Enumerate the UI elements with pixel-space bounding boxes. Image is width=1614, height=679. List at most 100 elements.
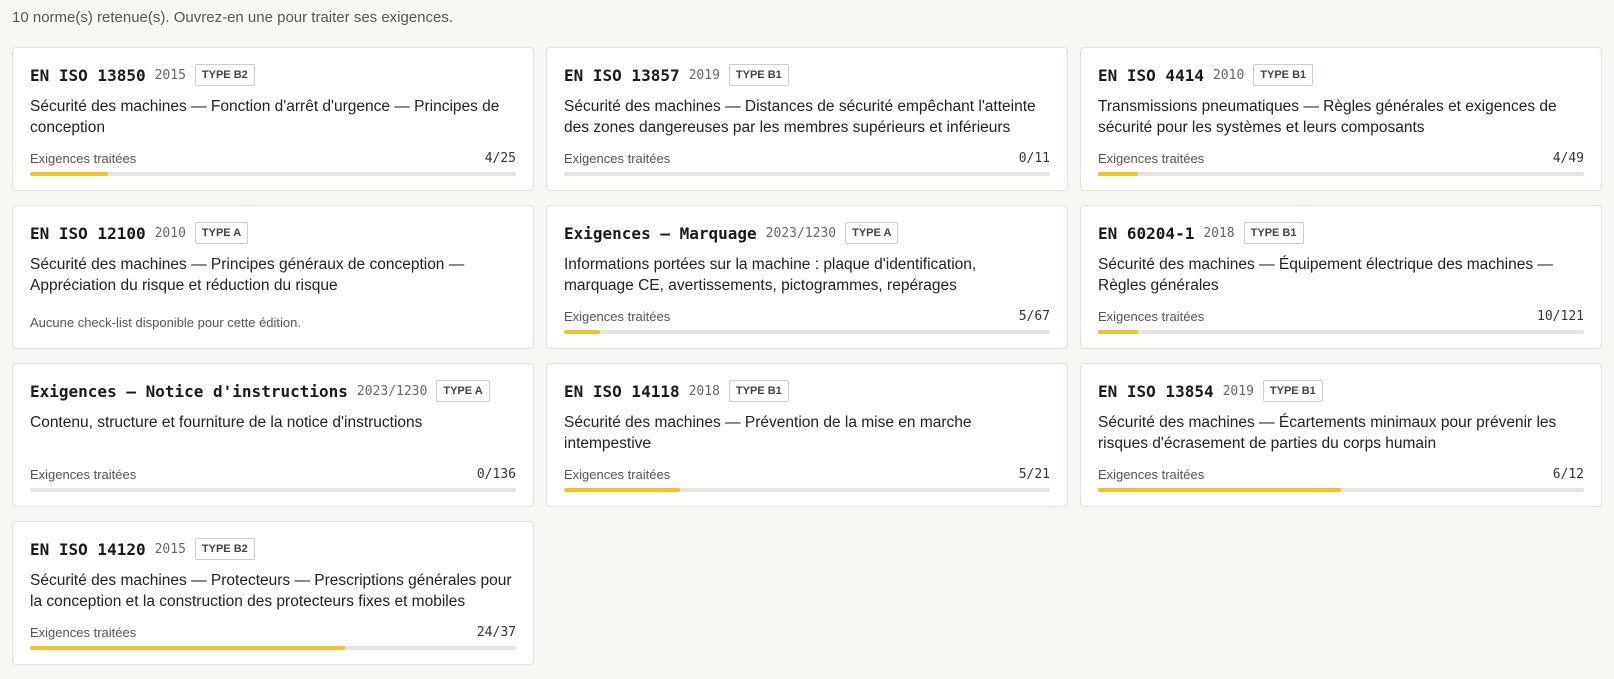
progress-label: Exigences traitées: [564, 308, 671, 324]
progress-fill: [564, 488, 680, 492]
progress-track: [1098, 488, 1584, 492]
requirements-progress: Exigences traitées 6/12: [1098, 466, 1584, 492]
progress-label: Exigences traitées: [30, 466, 137, 482]
results-summary: 10 norme(s) retenue(s). Ouvrez-en une po…: [12, 9, 454, 26]
standard-code: EN ISO 14120: [30, 539, 146, 559]
progress-labels: Exigences traitées 24/37: [30, 624, 516, 640]
requirements-progress: Exigences traitées 4/25: [30, 150, 516, 176]
standard-year: 2018: [688, 383, 720, 399]
standard-title: Contenu, structure et fourniture de la n…: [30, 414, 423, 431]
card-header: EN ISO 12100 2010 TYPE A: [30, 220, 516, 246]
card-header: EN ISO 13854 2019 TYPE B1: [1098, 378, 1584, 404]
progress-label: Exigences traitées: [1098, 150, 1205, 166]
card-header: EN ISO 13850 2015 TYPE B2: [30, 62, 516, 88]
standard-type-badge: TYPE B1: [728, 64, 789, 86]
progress-track: [30, 646, 516, 650]
card-header: EN ISO 14120 2015 TYPE B2: [30, 536, 516, 562]
standard-type-badge: TYPE A: [845, 222, 899, 244]
standard-year: 2019: [1222, 383, 1254, 399]
progress-track: [30, 488, 516, 492]
progress-label: Exigences traitées: [564, 466, 671, 482]
progress-fill: [564, 330, 601, 334]
standard-code: Exigences — Notice d'instructions: [30, 381, 348, 401]
progress-track: [1098, 172, 1584, 176]
standard-title: Sécurité des machines — Principes généra…: [30, 256, 465, 294]
progress-count: 6/12: [1552, 466, 1584, 482]
standard-card[interactable]: EN ISO 13854 2019 TYPE B1 Sécurité des mach…: [1080, 363, 1602, 507]
progress-track: [564, 330, 1050, 334]
progress-count: 5/21: [1018, 466, 1050, 482]
standard-year: 2019: [688, 67, 720, 83]
standard-year: 2015: [154, 541, 186, 557]
progress-fill: [1098, 488, 1341, 492]
progress-count: 10/121: [1537, 308, 1584, 324]
progress-fill: [1098, 330, 1139, 334]
progress-label: Exigences traitées: [1098, 466, 1205, 482]
standard-code: EN ISO 4414: [1098, 65, 1204, 85]
standard-card[interactable]: EN ISO 13850 2015 TYPE B2 Sécurité des mach…: [12, 47, 534, 191]
standard-card[interactable]: EN 60204-1 2018 TYPE B1 Sécurité des machin…: [1080, 205, 1602, 349]
requirements-progress: Exigences traitées 24/37: [30, 624, 516, 650]
no-checklist-message: Aucune check-list disponible pour cette …: [30, 315, 301, 330]
standard-type-badge: TYPE B2: [194, 538, 255, 560]
standard-year: 2015: [154, 67, 186, 83]
standard-type-badge: TYPE B1: [1262, 380, 1323, 402]
card-header: EN ISO 4414 2010 TYPE B1: [1098, 62, 1584, 88]
standard-code: EN ISO 13850: [30, 65, 146, 85]
progress-labels: Exigences traitées 5/21: [564, 466, 1050, 482]
standard-card[interactable]: EN ISO 14118 2018 TYPE B1 Sécurité des mach…: [546, 363, 1068, 507]
card-header: EN 60204-1 2018 TYPE B1: [1098, 220, 1584, 246]
standard-type-badge: TYPE B1: [1243, 222, 1304, 244]
card-header: Exigences — Notice d'instructions 2023/12…: [30, 378, 516, 404]
standard-type-badge: TYPE A: [436, 380, 490, 402]
requirements-progress: Exigences traitées 4/49: [1098, 150, 1584, 176]
progress-labels: Exigences traitées 4/25: [30, 150, 516, 166]
standard-card[interactable]: Exigences — Notice d'instructions 2023/12…: [12, 363, 534, 507]
requirements-progress: Exigences traitées 10/121: [1098, 308, 1584, 334]
standard-card[interactable]: EN ISO 13857 2019 TYPE B1 Sécurité des mach…: [546, 47, 1068, 191]
standard-year: 2018: [1203, 225, 1235, 241]
progress-labels: Exigences traitées 0/136: [30, 466, 516, 482]
card-header: EN ISO 13857 2019 TYPE B1: [564, 62, 1050, 88]
standard-year: 2010: [1212, 67, 1245, 83]
standard-code: EN ISO 13854: [1098, 381, 1214, 401]
standard-title: Sécurité des machines — Fonction d'arrêt…: [30, 98, 500, 136]
standard-type-badge: TYPE A: [194, 222, 249, 244]
standard-card[interactable]: Exigences — Marquage 2023/1230 TYPE A Infor…: [546, 205, 1068, 349]
standard-code: EN ISO 12100: [30, 223, 146, 243]
card-header: EN ISO 14118 2018 TYPE B1: [564, 378, 1050, 404]
standard-year: 2023/1230: [765, 225, 837, 241]
progress-count: 0/11: [1018, 150, 1050, 166]
standard-card[interactable]: EN ISO 12100 2010 TYPE A Sécurité des machi…: [12, 205, 534, 349]
standard-code: Exigences — Marquage: [564, 223, 757, 243]
standard-year: 2010: [154, 225, 186, 241]
progress-label: Exigences traitées: [1098, 308, 1205, 324]
progress-label: Exigences traitées: [30, 150, 137, 166]
progress-track: [1098, 330, 1584, 334]
progress-fill: [1098, 172, 1138, 176]
standard-title: Transmissions pneumatiques — Règles géné…: [1098, 98, 1557, 136]
requirements-progress: Exigences traitées 5/67: [564, 308, 1050, 334]
progress-label: Exigences traitées: [564, 150, 671, 166]
standards-grid: EN ISO 13850 2015 TYPE B2 Sécurité des mach…: [12, 47, 1602, 665]
progress-track: [30, 172, 516, 176]
requirements-progress: Exigences traitées 0/136: [30, 466, 516, 492]
standard-title: Sécurité des machines — Équipement élect…: [1098, 256, 1553, 294]
requirements-progress: Exigences traitées 0/11: [564, 150, 1050, 176]
progress-fill: [30, 646, 346, 650]
progress-labels: Exigences traitées 4/49: [1098, 150, 1584, 166]
standard-title: Sécurité des machines — Protecteurs — Pr…: [30, 572, 512, 610]
standard-card[interactable]: EN ISO 4414 2010 TYPE B1 Transmissions pneu…: [1080, 47, 1602, 191]
standard-title: Informations portées sur la machine : pl…: [564, 256, 977, 294]
progress-labels: Exigences traitées 10/121: [1098, 308, 1584, 324]
progress-fill: [30, 172, 108, 176]
requirements-progress: Exigences traitées 5/21: [564, 466, 1050, 492]
progress-labels: Exigences traitées 5/67: [564, 308, 1050, 324]
progress-track: [564, 172, 1050, 176]
standard-card[interactable]: EN ISO 14120 2015 TYPE B2 Sécurité des mach…: [12, 521, 534, 665]
standard-code: EN 60204-1: [1098, 223, 1195, 243]
standard-title: Sécurité des machines — Distances de séc…: [564, 98, 1036, 136]
standard-code: EN ISO 13857: [564, 65, 680, 85]
progress-count: 4/25: [484, 150, 516, 166]
standard-type-badge: TYPE B1: [1253, 64, 1314, 86]
